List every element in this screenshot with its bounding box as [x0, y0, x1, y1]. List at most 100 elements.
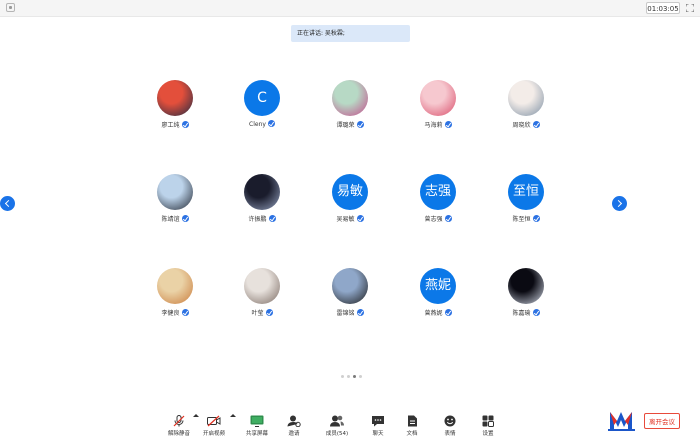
participant-name-row: 陈至恒	[486, 214, 566, 223]
chat-button[interactable]: 聊天	[366, 412, 390, 437]
page-dot-active[interactable]	[353, 375, 356, 378]
participant-avatar: 至恒	[508, 174, 544, 210]
participant-name-row: 廖工纯	[135, 120, 215, 129]
participant-avatar	[332, 268, 368, 304]
participant-avatar	[157, 268, 193, 304]
participant-tile[interactable]: 至恒 陈至恒	[486, 174, 566, 234]
participant-tile[interactable]: 易敏吴易敏	[310, 174, 390, 234]
toolbar-label: 文档	[406, 431, 418, 437]
app-logo	[608, 412, 635, 431]
documents-button[interactable]: 文档	[400, 412, 424, 437]
participant-name-row: Cleny	[222, 120, 302, 128]
participant-name: 廖工纯	[161, 122, 180, 129]
participant-tile[interactable]: 谭璐荣	[310, 80, 390, 140]
participant-name-row: 马海莉	[398, 120, 478, 129]
verified-badge-icon	[532, 121, 540, 128]
settings-icon	[481, 412, 495, 427]
verified-badge-icon	[356, 215, 364, 222]
participant-name-row: 谭璐荣	[310, 120, 390, 129]
toolbar-label: 解除静音	[167, 431, 190, 437]
toolbar-label: 共享屏幕	[245, 431, 268, 437]
invite-icon	[287, 412, 301, 428]
verified-badge-icon	[444, 215, 452, 222]
settings-button[interactable]: 设置	[476, 412, 500, 437]
verified-badge-icon	[181, 215, 189, 222]
participant-name: Cleny	[249, 121, 266, 128]
participant-avatar	[244, 268, 280, 304]
participant-name: 谭璐荣	[336, 122, 355, 129]
participant-name: 叶莹	[251, 310, 264, 317]
participant-tile[interactable]: 许振鹏	[222, 174, 302, 234]
toolbar-label: 开启视频	[202, 431, 225, 437]
share-screen-button[interactable]: 共享屏幕	[242, 412, 272, 437]
verified-badge-icon	[444, 121, 452, 128]
reactions-button[interactable]: 表情	[438, 412, 462, 437]
participant-tile[interactable]: 叶莹	[222, 268, 302, 328]
toolbar-label: 成员(54)	[325, 431, 349, 437]
participant-name-row: 陈嘉瑜	[486, 308, 566, 317]
toolbar-label: 表情	[444, 431, 456, 437]
verified-badge-icon	[268, 215, 276, 222]
participant-tile[interactable]: 志强 曾志强	[398, 174, 478, 234]
participant-grid: 廖工纯 C Cleny 谭璐荣 马海莉 周晓欣 陈靖谊 许振鹏 易敏 吴易敏 志强 曾志强 至恒 陈至恒李…	[0, 0, 700, 437]
participant-name: 李健良	[161, 310, 180, 317]
page-dot[interactable]	[341, 375, 344, 378]
participant-name: 陈靖谊	[161, 216, 180, 223]
verified-badge-icon	[181, 121, 189, 128]
participant-name: 周晓欣	[512, 122, 531, 129]
verified-badge-icon	[181, 309, 189, 316]
participant-tile[interactable]: 周晓欣	[486, 80, 566, 140]
next-page-button[interactable]	[612, 196, 627, 211]
verified-badge-icon	[267, 120, 275, 127]
participant-tile[interactable]: C Cleny	[222, 80, 302, 140]
invite-button[interactable]: 邀请	[282, 412, 306, 437]
audio-options-caret[interactable]	[193, 414, 199, 417]
participant-name-row: 周晓欣	[486, 120, 566, 129]
participant-avatar	[157, 174, 193, 210]
participant-avatar	[157, 80, 193, 116]
participant-name-row: 雷锦铭	[310, 308, 390, 317]
participant-name-row: 曾志强	[398, 214, 478, 223]
verified-badge-icon	[265, 309, 273, 316]
participant-tile[interactable]: 李健良	[135, 268, 215, 328]
participant-name-row: 吴易敏	[310, 214, 390, 223]
participant-avatar: 燕妮	[420, 268, 456, 304]
participant-avatar	[420, 80, 456, 116]
verified-badge-icon	[356, 309, 364, 316]
participant-avatar: C	[244, 80, 280, 116]
toolbar-label: 设置	[482, 431, 494, 437]
participant-name-row: 许振鹏	[222, 214, 302, 223]
participant-tile[interactable]: 陈嘉瑜	[486, 268, 566, 328]
participant-avatar	[508, 80, 544, 116]
participant-name: 吴易敏	[336, 216, 355, 223]
participant-tile[interactable]: 廖工纯	[135, 80, 215, 140]
members-button[interactable]: 成员(54)	[322, 412, 352, 437]
participant-name-row: 曾燕妮	[398, 308, 478, 317]
document-icon	[405, 412, 419, 427]
verified-badge-icon	[444, 309, 452, 316]
share-screen-icon	[250, 412, 264, 427]
verified-badge-icon	[532, 309, 540, 316]
page-dot[interactable]	[347, 375, 350, 378]
video-options-caret[interactable]	[230, 414, 236, 417]
start-video-button[interactable]: 开启视频	[200, 412, 228, 437]
participant-tile[interactable]: 陈靖谊	[135, 174, 215, 234]
participant-name: 曾燕妮	[424, 310, 443, 317]
unmute-button[interactable]: 解除静音	[164, 412, 194, 437]
emoji-icon	[443, 412, 457, 427]
verified-badge-icon	[356, 121, 364, 128]
page-dot[interactable]	[359, 375, 362, 378]
toolbar-label: 邀请	[288, 431, 300, 437]
leave-meeting-button[interactable]: 离开会议	[644, 413, 680, 429]
participant-tile[interactable]: 马海莉	[398, 80, 478, 140]
participant-name: 曾志强	[424, 216, 443, 223]
participant-avatar: 易敏	[332, 174, 368, 210]
participant-name-row: 李健良	[135, 308, 215, 317]
participant-tile[interactable]: 燕妮曾燕妮	[398, 268, 478, 328]
prev-page-button[interactable]	[0, 196, 15, 211]
participant-name: 许振鹏	[248, 216, 267, 223]
participant-tile[interactable]: 雷锦铭	[310, 268, 390, 328]
participant-avatar	[508, 268, 544, 304]
participant-name: 马海莉	[424, 122, 443, 129]
chat-icon	[371, 412, 385, 427]
